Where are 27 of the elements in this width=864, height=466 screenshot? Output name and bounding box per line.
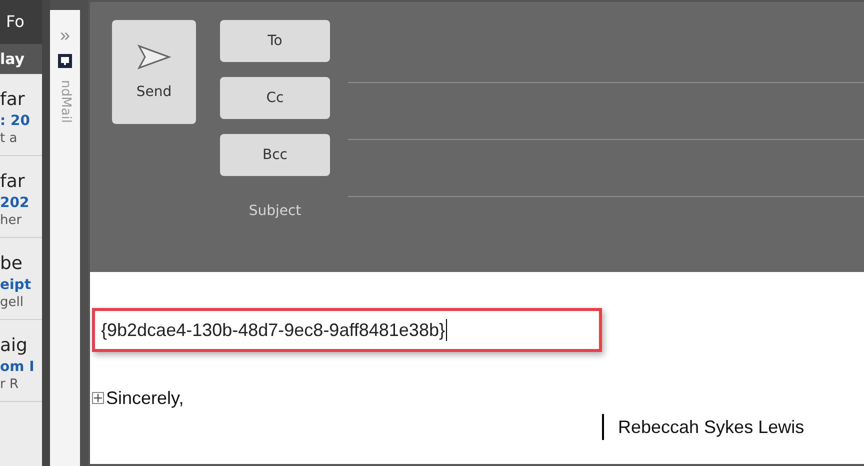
- send-icon: [137, 44, 171, 70]
- message-preview: r R: [0, 376, 20, 394]
- subject-label: Subject: [248, 203, 302, 219]
- message-preview: her: [0, 212, 23, 230]
- splitter-bar[interactable]: [42, 0, 50, 466]
- closing-text: Sincerely,: [106, 387, 184, 410]
- send-button[interactable]: Send: [112, 20, 196, 124]
- message-preview: gell: [0, 294, 24, 312]
- day-header: lay: [0, 50, 25, 68]
- pane-label: ndMail: [58, 80, 72, 123]
- message-sender: far: [0, 170, 26, 194]
- message-subject: eipt: [0, 276, 32, 294]
- table-handle-icon: [92, 392, 104, 404]
- body-text: {9b2dcae4-130b-48d7-9ec8-9aff8481e38b}: [101, 319, 445, 342]
- message-preview: t a: [0, 130, 18, 148]
- message-sender: aig: [0, 334, 28, 358]
- message-subject: : 20: [0, 112, 31, 130]
- message-sender: be: [0, 252, 24, 276]
- app-icon: [58, 54, 72, 68]
- address-button[interactable]: Cc: [220, 77, 330, 119]
- message-sender: far: [0, 88, 26, 112]
- message-subject: 202: [0, 194, 30, 212]
- message-subject: om I: [0, 358, 36, 376]
- folder-title: Fo: [6, 13, 24, 31]
- address-button[interactable]: To: [220, 20, 330, 62]
- address-button[interactable]: Bcc: [220, 134, 330, 176]
- signature-name: Rebeccah Sykes Lewis: [618, 416, 804, 439]
